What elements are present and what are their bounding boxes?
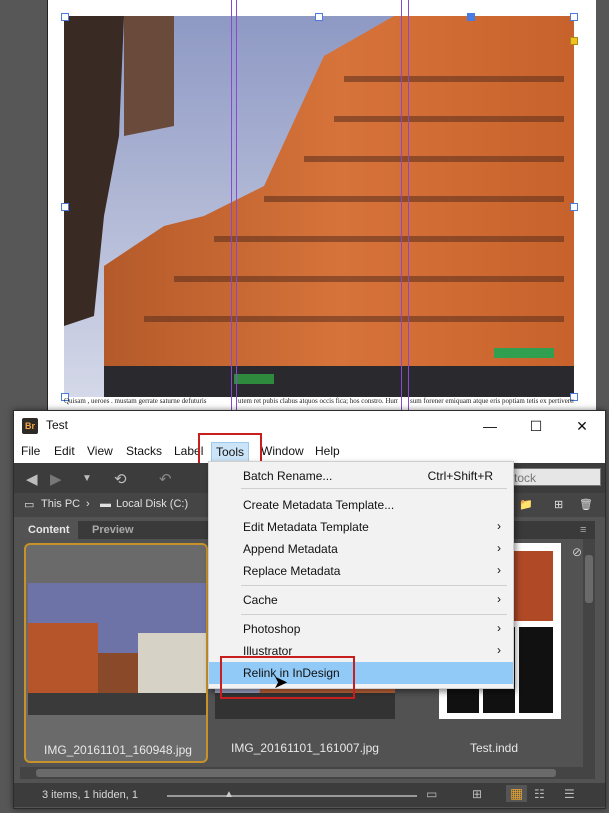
thumbnail-filename[interactable]: IMG_20161101_161007.jpg	[213, 741, 397, 755]
column-guide	[236, 0, 237, 420]
folder-icon[interactable]: 📁	[519, 498, 533, 511]
menu-item-batch-rename[interactable]: Batch Rename... Ctrl+Shift+R	[209, 465, 513, 487]
forward-arrow-icon[interactable]: ▶	[50, 470, 62, 488]
details-view-icon[interactable]: ☷	[534, 787, 545, 801]
text-column-middle: utem ret pubis clabus atquos occis fica;…	[238, 397, 398, 405]
menu-separator	[241, 614, 507, 615]
menu-item-cache[interactable]: Cache ›	[209, 589, 513, 611]
frame-handle[interactable]	[61, 203, 69, 211]
text-column-right: sum forener emiquam atque eris poptiam t…	[410, 397, 574, 405]
tools-dropdown-menu: Batch Rename... Ctrl+Shift+R Create Meta…	[208, 461, 514, 689]
search-input[interactable]: tock	[509, 468, 601, 486]
thumbnail-view-icon[interactable]: ▦	[506, 785, 528, 802]
new-folder-icon[interactable]: ⊞	[554, 498, 563, 511]
tab-preview[interactable]: Preview	[84, 521, 142, 539]
chevron-right-icon[interactable]: ›	[86, 498, 90, 510]
chevron-right-icon: ›	[497, 563, 501, 577]
breadcrumb-this-pc[interactable]: This PC	[41, 498, 80, 510]
menu-edit[interactable]: Edit	[54, 444, 75, 458]
thumbnail-size-slider[interactable]	[167, 795, 417, 797]
grid-view-icon[interactable]: ⊞	[472, 787, 482, 801]
menu-item-create-metadata-template[interactable]: Create Metadata Template...	[209, 494, 513, 516]
menu-bar: File Edit View Stacks Label Tools Window…	[14, 441, 605, 463]
tab-content[interactable]: Content	[20, 521, 78, 539]
horizontal-scrollbar[interactable]	[20, 767, 595, 779]
pc-icon: ▭	[24, 499, 35, 511]
building-photo	[64, 16, 574, 397]
link-icon: ⊘	[572, 545, 583, 559]
back-arrow-icon[interactable]: ◀	[26, 470, 38, 488]
zoom-box-icon[interactable]: ▭	[426, 787, 437, 801]
menu-item-edit-metadata-template[interactable]: Edit Metadata Template ›	[209, 516, 513, 538]
menu-item-append-metadata[interactable]: Append Metadata ›	[209, 538, 513, 560]
frame-handle[interactable]	[61, 13, 69, 21]
scrollbar-thumb[interactable]	[36, 769, 556, 777]
close-button[interactable]: ✕	[559, 411, 605, 441]
breadcrumb-local-disk[interactable]: Local Disk (C:)	[116, 498, 188, 510]
trash-icon[interactable]: 🗑	[579, 498, 593, 511]
frame-handle[interactable]	[467, 13, 475, 21]
title-bar[interactable]: Br Test — ☐ ✕	[14, 411, 605, 441]
chevron-right-icon: ›	[497, 592, 501, 606]
disk-icon: ▬	[100, 498, 111, 510]
chevron-right-icon: ›	[497, 643, 501, 657]
frame-handle[interactable]	[570, 13, 578, 21]
status-bar: 3 items, 1 hidden, 1 ▲ ▭ ⊞ ▦ ☷ ☰	[14, 783, 605, 807]
menu-separator	[241, 585, 507, 586]
boomerang-icon[interactable]: ↶	[159, 470, 172, 488]
frame-handle[interactable]	[570, 203, 578, 211]
thumbnail-filename[interactable]: Test.indd	[402, 741, 586, 755]
scrollbar-thumb[interactable]	[585, 555, 593, 603]
menu-view[interactable]: View	[87, 444, 113, 458]
recent-folders-icon[interactable]: ⟲	[114, 470, 127, 488]
menu-item-photoshop[interactable]: Photoshop ›	[209, 618, 513, 640]
column-guide	[231, 0, 232, 420]
chevron-right-icon: ›	[497, 541, 501, 555]
menu-item-replace-metadata[interactable]: Replace Metadata ›	[209, 560, 513, 582]
chevron-right-icon: ›	[497, 519, 501, 533]
thumbnail-card[interactable]: IMG_20161101_160948.jpg	[24, 543, 208, 763]
placed-image-frame[interactable]	[64, 16, 574, 397]
column-guide	[408, 0, 409, 420]
menu-stacks[interactable]: Stacks	[126, 444, 162, 458]
menu-window[interactable]: Window	[261, 444, 304, 458]
mouse-cursor-icon: ➤	[273, 672, 289, 692]
column-guide	[401, 0, 402, 420]
item-count: 3 items, 1 hidden, 1	[42, 789, 139, 801]
panel-menu-icon[interactable]: ≡	[572, 521, 594, 539]
menu-separator	[241, 488, 507, 489]
thumbnail-filename[interactable]: IMG_20161101_160948.jpg	[26, 743, 210, 757]
text-column-left: Quisam , ueroes . mustam gerrate saturne…	[64, 397, 207, 405]
menu-help[interactable]: Help	[315, 444, 340, 458]
bridge-logo-icon: Br	[22, 418, 38, 434]
list-view-icon[interactable]: ☰	[564, 787, 575, 801]
window-title: Test	[46, 418, 69, 432]
thumbnail-image	[28, 583, 206, 715]
frame-handle[interactable]	[315, 13, 323, 21]
corner-option-handle[interactable]	[570, 37, 578, 45]
slider-knob[interactable]: ▲	[224, 789, 234, 801]
minimize-button[interactable]: —	[467, 411, 513, 441]
maximize-button[interactable]: ☐	[513, 411, 559, 441]
chevron-right-icon: ›	[497, 621, 501, 635]
vertical-scrollbar[interactable]	[583, 539, 595, 767]
menu-file[interactable]: File	[21, 444, 40, 458]
chevron-down-icon[interactable]: ▼	[82, 473, 92, 484]
